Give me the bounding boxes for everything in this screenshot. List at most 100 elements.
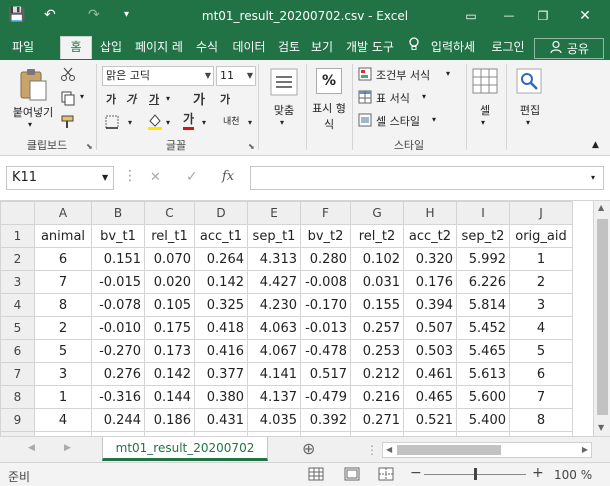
- phonetic-button[interactable]: 내천: [223, 114, 240, 127]
- tab-formulas[interactable]: 수식: [190, 37, 224, 60]
- cell[interactable]: 0.244: [91, 408, 145, 432]
- tab-data[interactable]: 데이터: [226, 37, 272, 60]
- cell[interactable]: -0.478: [300, 339, 351, 363]
- scroll-up-icon[interactable]: ▲: [598, 203, 604, 212]
- cell[interactable]: 5.600: [456, 385, 510, 409]
- cell[interactable]: 4.427: [247, 270, 301, 294]
- editing-button[interactable]: 편집 ▾: [510, 66, 550, 132]
- close-button[interactable]: ✕: [570, 4, 600, 28]
- cell[interactable]: 0.105: [144, 293, 195, 317]
- cell[interactable]: bv_t1: [91, 224, 145, 248]
- collapse-ribbon-icon[interactable]: ▲: [592, 140, 599, 150]
- cell[interactable]: -0.479: [300, 385, 351, 409]
- row-header[interactable]: 8: [0, 385, 35, 409]
- paste-button[interactable]: 붙여넣기 ▾: [8, 64, 58, 136]
- cell[interactable]: -0.015: [91, 270, 145, 294]
- tab-view[interactable]: 보기: [306, 37, 338, 60]
- zoom-out-button[interactable]: −: [410, 465, 422, 481]
- cut-icon[interactable]: [60, 66, 76, 85]
- cell[interactable]: -0.008: [300, 270, 351, 294]
- cell[interactable]: 0.377: [194, 362, 248, 386]
- cell[interactable]: -0.316: [91, 385, 145, 409]
- ribbon-display-options-icon[interactable]: ▭: [456, 4, 486, 28]
- copy-icon[interactable]: [60, 90, 76, 109]
- column-header[interactable]: C: [144, 201, 195, 225]
- cell[interactable]: 1: [509, 247, 573, 271]
- zoom-slider-thumb[interactable]: [474, 468, 477, 480]
- horizontal-scrollbar[interactable]: ◀ ▶: [382, 442, 592, 458]
- cell[interactable]: 0.380: [194, 385, 248, 409]
- cell[interactable]: 0.142: [194, 270, 248, 294]
- column-header[interactable]: G: [350, 201, 404, 225]
- clipboard-dialog-launcher-icon[interactable]: ⬊: [86, 142, 93, 151]
- cell[interactable]: 0.253: [350, 339, 404, 363]
- cell[interactable]: 8: [34, 293, 92, 317]
- cell[interactable]: 0.151: [91, 247, 145, 271]
- fill-color-icon[interactable]: [146, 112, 164, 133]
- alignment-button[interactable]: 맞춤 ▾: [264, 66, 304, 132]
- cell[interactable]: 0.465: [403, 385, 457, 409]
- zoom-slider[interactable]: [424, 468, 526, 480]
- cell[interactable]: 0.020: [144, 270, 195, 294]
- page-break-view-icon[interactable]: [378, 467, 394, 484]
- cell[interactable]: 4.230: [247, 293, 301, 317]
- font-name-combo[interactable]: 맑은 고딕 ▼: [102, 66, 214, 86]
- expand-formula-bar-icon[interactable]: ▾: [591, 173, 595, 182]
- copy-dropdown-icon[interactable]: ▾: [80, 92, 84, 101]
- restore-button[interactable]: ❐: [528, 4, 558, 28]
- column-header[interactable]: H: [403, 201, 457, 225]
- cell[interactable]: animal: [34, 224, 92, 248]
- tab-insert[interactable]: 삽입: [94, 37, 128, 60]
- column-header[interactable]: I: [456, 201, 510, 225]
- cell[interactable]: 0.257: [350, 316, 404, 340]
- underline-button[interactable]: 가: [149, 91, 159, 107]
- cell[interactable]: 5.613: [456, 362, 510, 386]
- row-header[interactable]: 2: [0, 247, 35, 271]
- row-header[interactable]: 4: [0, 293, 35, 317]
- page-layout-view-icon[interactable]: [344, 467, 360, 484]
- cell[interactable]: 0.173: [144, 339, 195, 363]
- cell[interactable]: 0.176: [403, 270, 457, 294]
- cell[interactable]: 5.814: [456, 293, 510, 317]
- share-button[interactable]: 공유: [534, 38, 604, 59]
- column-header[interactable]: E: [247, 201, 301, 225]
- cell[interactable]: 0.155: [350, 293, 404, 317]
- cell[interactable]: -0.270: [91, 339, 145, 363]
- cell[interactable]: 4.035: [247, 408, 301, 432]
- cell[interactable]: 0.503: [403, 339, 457, 363]
- cell[interactable]: acc_t2: [403, 224, 457, 248]
- cell[interactable]: 4.141: [247, 362, 301, 386]
- sheet-tab-active[interactable]: mt01_result_20200702: [102, 437, 268, 461]
- tell-me-search[interactable]: 입력하세: [424, 37, 482, 60]
- cell[interactable]: 1: [34, 385, 92, 409]
- cell[interactable]: 4.137: [247, 385, 301, 409]
- cell[interactable]: 2: [509, 270, 573, 294]
- row-header[interactable]: 5: [0, 316, 35, 340]
- cell[interactable]: orig_aid: [509, 224, 573, 248]
- cell[interactable]: 4.067: [247, 339, 301, 363]
- cell[interactable]: 5: [509, 339, 573, 363]
- cell[interactable]: -0.170: [300, 293, 351, 317]
- enter-icon[interactable]: ✓: [186, 169, 198, 185]
- cell[interactable]: 0.394: [403, 293, 457, 317]
- cell[interactable]: sep_t2: [456, 224, 510, 248]
- cell[interactable]: -0.013: [300, 316, 351, 340]
- tab-page-layout[interactable]: 페이지 레: [128, 37, 190, 60]
- cell[interactable]: 2: [34, 316, 92, 340]
- cell[interactable]: 0.507: [403, 316, 457, 340]
- cell[interactable]: 0.517: [300, 362, 351, 386]
- cell[interactable]: -0.078: [91, 293, 145, 317]
- tab-developer[interactable]: 개발 도구: [340, 37, 400, 60]
- cell[interactable]: 6: [509, 362, 573, 386]
- zoom-in-button[interactable]: +: [532, 465, 544, 481]
- sign-in-link[interactable]: 로그인: [486, 37, 530, 60]
- tab-review[interactable]: 검토: [274, 37, 304, 60]
- redo-icon[interactable]: ↷: [88, 7, 100, 23]
- cell[interactable]: 0.276: [91, 362, 145, 386]
- format-painter-icon[interactable]: [60, 114, 76, 133]
- cell[interactable]: 4.063: [247, 316, 301, 340]
- cell[interactable]: 0.175: [144, 316, 195, 340]
- tab-split-grip-icon[interactable]: ⋮: [366, 443, 378, 457]
- cell[interactable]: 7: [509, 385, 573, 409]
- grow-font-button[interactable]: 가: [193, 89, 205, 108]
